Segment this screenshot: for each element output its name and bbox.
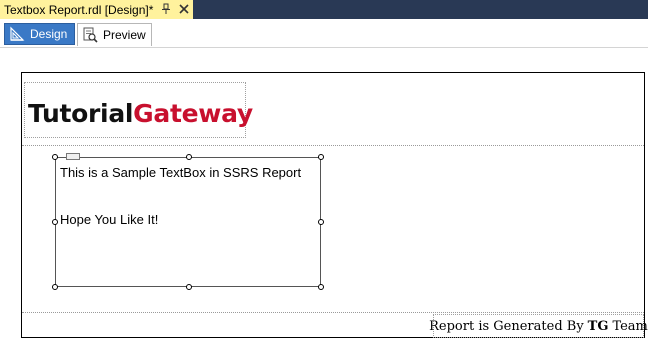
footer-band-divider <box>22 312 644 313</box>
view-tab-bar: Design Preview <box>0 19 648 48</box>
move-handle[interactable] <box>66 153 80 160</box>
tab-preview-label: Preview <box>103 28 146 42</box>
footer-bold: TG <box>587 318 609 334</box>
resize-handle-top-right[interactable] <box>318 154 324 160</box>
footer-suffix: Team <box>612 318 648 334</box>
resize-handle-top-left[interactable] <box>52 154 58 160</box>
close-icon[interactable] <box>178 3 190 15</box>
logo-text: TutorialGateway <box>28 99 253 128</box>
footer-textbox[interactable]: Report is Generated By TG Team <box>429 314 648 338</box>
resize-handle-bottom-left[interactable] <box>52 284 58 290</box>
document-tab-title: Textbox Report.rdl [Design]* <box>4 2 154 17</box>
textbox-line-2: Hope You Like It! <box>60 212 159 227</box>
resize-handle-right[interactable] <box>318 219 324 225</box>
tab-design-label: Design <box>30 27 68 41</box>
document-tab-strip: Textbox Report.rdl [Design]* <box>0 0 648 19</box>
preview-icon <box>83 27 98 43</box>
sample-textbox[interactable]: This is a Sample TextBox in SSRS Report … <box>52 153 324 290</box>
tab-preview[interactable]: Preview <box>77 23 152 46</box>
logo-text-part1: Tutorial <box>28 99 134 128</box>
pin-icon[interactable] <box>160 3 172 15</box>
logo-text-part2: Gateway <box>133 99 253 128</box>
logo-image[interactable]: TutorialGateway <box>24 82 253 138</box>
header-band-divider <box>22 145 644 146</box>
textbox-line-1: This is a Sample TextBox in SSRS Report <box>60 165 302 180</box>
design-icon <box>10 26 25 41</box>
resize-handle-bottom[interactable] <box>186 284 192 290</box>
footer-prefix: Report is Generated By <box>429 318 584 334</box>
document-tab[interactable]: Textbox Report.rdl [Design]* <box>0 0 193 19</box>
resize-handle-top[interactable] <box>186 154 192 160</box>
resize-handle-bottom-right[interactable] <box>318 284 324 290</box>
resize-handle-left[interactable] <box>52 219 58 225</box>
tab-design[interactable]: Design <box>4 23 75 45</box>
report-canvas[interactable]: TutorialGateway This is a Sample TextBox… <box>21 72 648 338</box>
